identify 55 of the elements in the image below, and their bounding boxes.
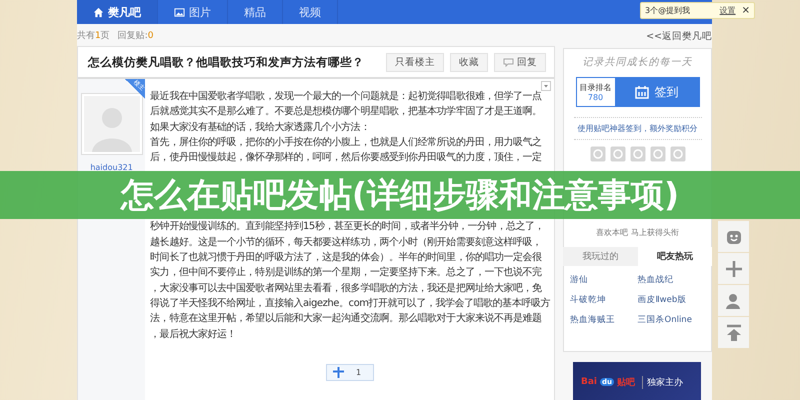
rank-label: 目录排名	[580, 82, 612, 93]
share-icon[interactable]	[650, 146, 666, 162]
notification-text[interactable]: 3个@提到我	[645, 5, 714, 16]
share-icon[interactable]	[630, 146, 646, 162]
sign-in-button[interactable]: 签到	[614, 78, 698, 106]
ad-brand: Bai	[581, 377, 598, 387]
avatar-silhouette[interactable]	[80, 93, 143, 155]
post-text: 秒钟开始慢慢训练的。直到能坚持到15秒，甚至更长的时间，或者半分钟，一分钟，总之了， 越长越好。这是一个小节的循环，每天都要这样练功，两个小时（刚开始需要刻意这样呼吸， 时间长了也就习惯于丹田的呼吸方法了，这是我的体会）。半年的时间里，你的唱功一定会很 实力，但中间不要停止，特别是训练的第一个星期，一定要坚持下来。总之了，一下也说不完 ，大家没事可以去中国爱歌者网站里去看看，很多学唱歌的方法，我还是把网址给大家吧，免 得说了半天怪我不给网址，直接输入aigezhe。com打开就可以了，我学会了唱歌的基本呼吸方 法，特意在这里开帖，希望以后能和大家一起沟通交流啊。那么唱歌对于大家来说不再是难题 ，最后祝大家好运！	[150, 220, 550, 342]
nav-tab[interactable]: 精品	[228, 0, 283, 24]
image-icon	[174, 6, 185, 18]
post-action-button[interactable]: 收藏	[450, 52, 488, 72]
page-stat: 共有1页	[77, 30, 110, 42]
title-hint: 喜欢本吧 马上获得头衔	[596, 227, 679, 238]
game-link[interactable]: 斗破乾坤	[570, 294, 638, 306]
post-action-button[interactable]: 回复	[494, 52, 546, 72]
share-icon[interactable]	[610, 146, 626, 162]
comment-icon	[503, 58, 514, 66]
home-icon	[93, 6, 104, 18]
game-link[interactable]: 三国杀Online	[638, 314, 705, 326]
post-title: 怎么模仿樊凡唱歌？他唱歌技巧和发声方法有哪些？	[88, 54, 365, 70]
game-link[interactable]: 游仙	[570, 274, 638, 286]
back-link[interactable]: <<返回樊凡吧	[646, 30, 712, 42]
games-tab[interactable]: 我玩过的	[563, 247, 638, 266]
nav-tab[interactable]: 樊凡吧	[77, 0, 158, 24]
slogan: 记录共同成长的每一天	[582, 56, 692, 69]
ad-slogan: 独家主办	[642, 376, 684, 388]
add-button[interactable]	[718, 253, 749, 284]
banner-title: 怎么在贴吧发帖(详细步骤和注意事项)	[120, 174, 680, 216]
games-tab[interactable]: 吧友热玩	[638, 247, 712, 266]
like-button[interactable]: 1	[326, 364, 374, 381]
calendar-icon	[634, 85, 648, 99]
game-link[interactable]: 热血海贼王	[570, 314, 638, 326]
plus-icon	[724, 260, 742, 278]
up-arrow-icon	[724, 324, 742, 342]
nav-tab[interactable]: 视频	[283, 0, 338, 24]
nav-tab[interactable]: 图片	[158, 0, 228, 24]
game-link[interactable]: 热血战纪	[638, 274, 705, 286]
plus-icon	[333, 366, 344, 378]
share-icon[interactable]	[590, 146, 606, 162]
back-to-top-button[interactable]	[718, 317, 749, 348]
page-stat: 回复贴:0	[118, 30, 154, 42]
user-button[interactable]	[718, 285, 749, 316]
dropdown-icon[interactable]	[541, 81, 551, 91]
share-icon[interactable]	[670, 146, 686, 162]
close-button[interactable]: ×	[742, 5, 750, 16]
rank-value: 780	[588, 93, 604, 102]
emoji-button[interactable]	[718, 221, 749, 252]
user-icon	[724, 292, 742, 310]
author-name[interactable]: haidou321	[90, 163, 133, 172]
sign-in-tip[interactable]: 使用贴吧神器签到，额外奖励积分	[578, 118, 698, 139]
game-link[interactable]: 画皮Ⅱweb版	[638, 294, 705, 306]
post-action-button[interactable]: 只看楼主	[386, 52, 444, 72]
settings-link[interactable]: 设置	[720, 5, 736, 16]
post-text: 最近我在中国爱歌者学唱歌，发现一个最大的一个问题就是：起初觉得唱歌很难，但学了一点 后就感觉其实不是那么难了。不要总是想模仿哪个明星唱歌，把基本功学牢固了才是王道啊。 如果大家没有基础的话，我给大家透露几个小方法： 首先，屏住你的呼吸，把你的小手按在你的小腹上，也就是人们经常所说的丹田，用力吸气之 后，使丹田慢慢鼓起，像怀孕那样的，呵呵，然后你要感受到你丹田吸气的力度，顶住，一定	[150, 90, 543, 166]
ad-brand-suffix: 贴吧	[617, 376, 636, 388]
